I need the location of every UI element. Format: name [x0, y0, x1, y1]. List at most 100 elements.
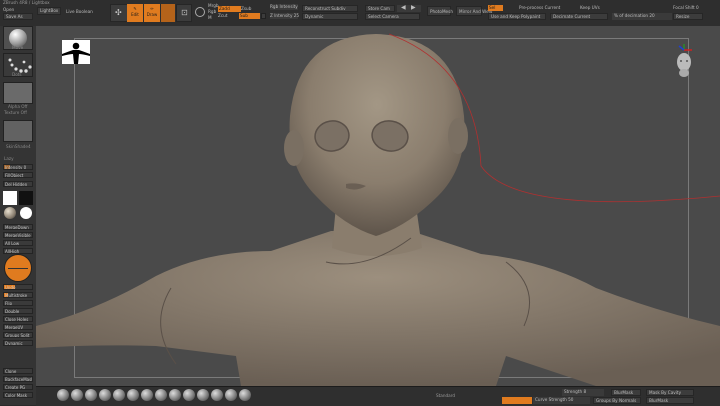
- move-button[interactable]: [161, 4, 175, 22]
- texture-label: Texture Off: [4, 110, 27, 115]
- merge-visible-button[interactable]: MergeVisible: [3, 232, 33, 238]
- groups-split-button[interactable]: Groups Split: [3, 332, 33, 338]
- brush-pinch-icon[interactable]: [127, 389, 139, 401]
- texture-thumbnail[interactable]: [3, 120, 33, 142]
- blur-mask-button[interactable]: BlurMask: [611, 389, 641, 396]
- del-hidden-button[interactable]: Del Hidden: [3, 181, 33, 187]
- dynamic-button[interactable]: Dynamic: [302, 13, 358, 20]
- lightbox-button[interactable]: LightBox: [37, 7, 61, 15]
- draw-button[interactable]: ✏ Draw: [144, 4, 160, 22]
- decimate-current-button[interactable]: Decimate Current: [550, 13, 608, 20]
- reconstruct-subdiv-button[interactable]: Reconstruct Subdiv: [302, 5, 358, 12]
- projection-master-button[interactable]: ✣: [110, 4, 128, 22]
- backface-mask-button[interactable]: BackfaceMask: [3, 376, 33, 382]
- m-small-toggle[interactable]: [261, 13, 266, 19]
- brush-trimdynamic-icon[interactable]: [197, 389, 209, 401]
- photomesh-button[interactable]: PhotoMesh: [427, 6, 453, 16]
- lazy-mouse-label[interactable]: Lazy: [4, 156, 14, 162]
- brush-damstandard-icon[interactable]: [85, 389, 97, 401]
- sub-toggle[interactable]: Sub: [239, 13, 260, 19]
- preprocess-current-button[interactable]: Pre-process Current: [519, 5, 560, 11]
- z-intensity-slider[interactable]: Z Intensity 25: [270, 13, 299, 19]
- stroke-label: Dots: [12, 72, 22, 77]
- material-label: SkinShade4: [6, 144, 31, 149]
- line-icon: [8, 268, 28, 269]
- zsub-toggle[interactable]: Zsub: [241, 6, 251, 12]
- save-as-button[interactable]: Save As: [3, 13, 33, 20]
- intensity-label: Intensity 0: [5, 165, 27, 170]
- left-shelf: Move Dots Alpha Off Texture Off SkinShad…: [0, 26, 37, 405]
- flip-button[interactable]: Flip: [3, 300, 33, 306]
- sculpt-model[interactable]: [36, 26, 720, 386]
- edit-icon: ✎: [133, 6, 137, 11]
- store-cam-button[interactable]: Store Cam: [365, 5, 395, 12]
- secondary-color-swatch[interactable]: [19, 191, 33, 205]
- brush-layer-icon[interactable]: [225, 389, 237, 401]
- brush-mode-label: Standard: [436, 393, 456, 398]
- all-low-button[interactable]: All Low: [3, 240, 33, 246]
- merge-down-button[interactable]: MergeDown: [3, 224, 33, 230]
- material-sphere-icon[interactable]: [4, 207, 16, 219]
- strength-slider[interactable]: Strength 8: [562, 389, 604, 396]
- main-color-swatch[interactable]: [3, 191, 17, 205]
- edit-label: Edit: [131, 12, 139, 17]
- fill-object-button[interactable]: FillObject: [3, 172, 33, 178]
- brush-label: Move: [12, 45, 24, 50]
- multistroke-button[interactable]: Multistroke: [3, 292, 33, 298]
- rgb-intensity-slider[interactable]: Rgb Intensity: [270, 4, 298, 10]
- undo-button[interactable]: Undo: [3, 284, 33, 290]
- arrow-left-icon[interactable]: ◀: [401, 4, 406, 11]
- dynamic-left-button[interactable]: Dynamic: [3, 340, 33, 346]
- arrow-right-icon[interactable]: ▶: [411, 4, 416, 11]
- brush-hpolish-icon[interactable]: [141, 389, 153, 401]
- zadd-toggle[interactable]: Zadd: [218, 6, 241, 12]
- merge-uv-button[interactable]: MergeUV: [3, 324, 33, 330]
- sel-toggle[interactable]: Sel: [488, 5, 503, 11]
- brush-standard-icon[interactable]: [57, 389, 69, 401]
- scale-button[interactable]: ⊡: [176, 4, 192, 22]
- scale-icon: ⊡: [181, 8, 188, 17]
- mirror-and-weld-button[interactable]: Mirror And Weld: [456, 6, 492, 16]
- orange-mode-button[interactable]: [502, 397, 532, 404]
- live-boolean-button[interactable]: Live Boolean: [66, 9, 93, 15]
- use-and-keep-polypaint-toggle[interactable]: Use and Keep Polypaint: [488, 13, 546, 20]
- curve-strength-slider[interactable]: Curve Strength 50: [533, 397, 590, 404]
- brush-slash3-icon[interactable]: [183, 389, 195, 401]
- select-camera-button[interactable]: Select Camera: [365, 13, 420, 20]
- brush-claybuildup-icon[interactable]: [71, 389, 83, 401]
- percent-decimation-slider[interactable]: % of decimation 20: [612, 13, 672, 20]
- m-toggle[interactable]: M: [208, 15, 212, 21]
- close-holes-button[interactable]: Close Holes: [3, 316, 33, 322]
- brush-movet-icon[interactable]: [169, 389, 181, 401]
- brush-move-icon[interactable]: [99, 389, 111, 401]
- brush-zmodeler-icon[interactable]: [239, 389, 251, 401]
- sculptris-pro-button[interactable]: [4, 254, 32, 282]
- edit-button[interactable]: ✎ Edit: [127, 4, 143, 22]
- multistroke-label: Multistroke: [5, 293, 28, 298]
- create-pg-button[interactable]: Create PG: [3, 384, 33, 390]
- brush-inflate-icon[interactable]: [113, 389, 125, 401]
- draw-icon: ✏: [150, 6, 154, 11]
- undo-history-stepper[interactable]: ◀ ▶: [397, 4, 421, 12]
- resize-button[interactable]: Resize: [673, 13, 703, 20]
- white-sphere-icon[interactable]: [20, 207, 32, 219]
- brush-smooth-icon[interactable]: [155, 389, 167, 401]
- double-button[interactable]: Double: [3, 308, 33, 314]
- mask-by-cavity-button[interactable]: Mask By Cavity: [646, 389, 694, 396]
- clone-button[interactable]: Clone: [3, 368, 33, 374]
- keep-uvs-toggle[interactable]: Keep UVs: [580, 5, 600, 11]
- alpha-thumbnail[interactable]: [3, 82, 33, 104]
- focal-shift-slider[interactable]: Focal Shift 0: [673, 5, 699, 11]
- app-title: ZBrush 4R8 / Lightbox: [3, 0, 50, 5]
- brush-planar-icon[interactable]: [211, 389, 223, 401]
- bottom-shelf: Standard Strength 8 Curve Strength 50 Bl…: [36, 386, 720, 406]
- intensity-slider[interactable]: Intensity 0: [3, 164, 33, 170]
- color-mask-button[interactable]: Color Mask: [3, 392, 33, 398]
- zcut-toggle[interactable]: Zcut: [218, 13, 227, 19]
- top-toolbar: ZBrush 4R8 / Lightbox Open Save As Light…: [0, 0, 720, 27]
- groups-by-normals-button[interactable]: Groups By Normals: [593, 397, 641, 404]
- rotate-icon[interactable]: [195, 7, 205, 17]
- blur-mask-2-button[interactable]: BlurMask: [646, 397, 694, 404]
- viewport-canvas[interactable]: [36, 26, 720, 386]
- sel-label: Sel: [489, 5, 496, 10]
